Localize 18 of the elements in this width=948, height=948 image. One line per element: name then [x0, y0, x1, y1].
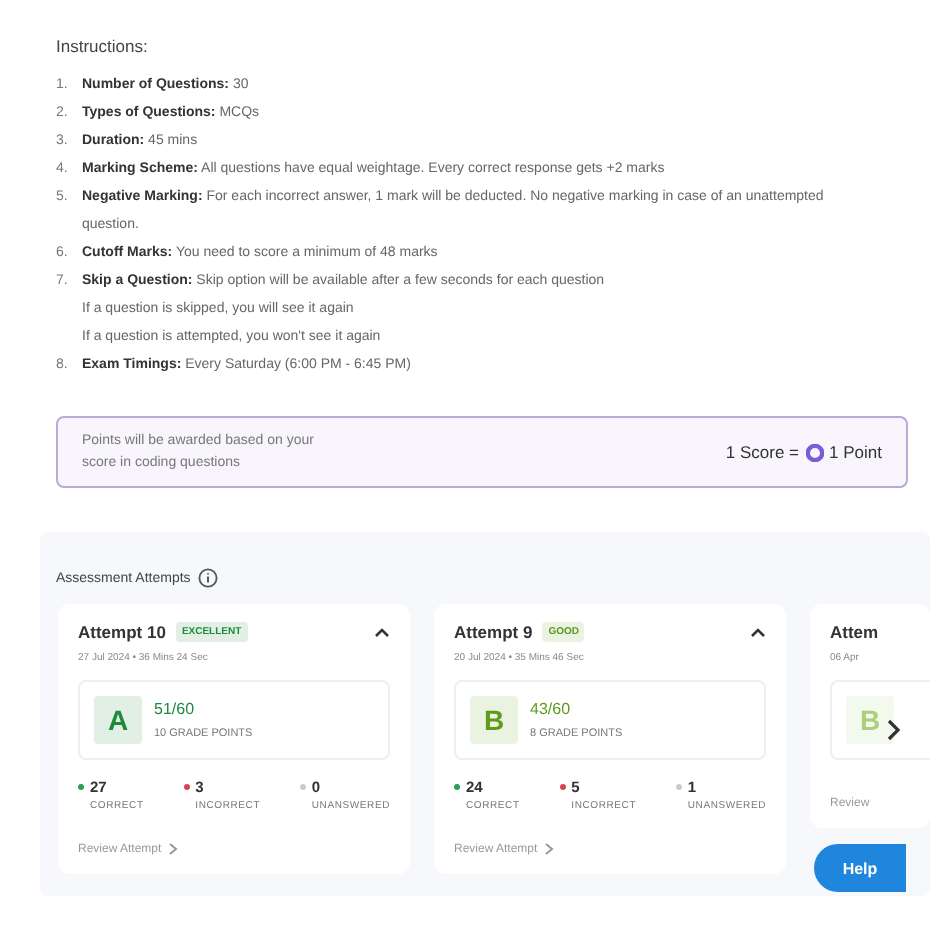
- attempt-title: Attem: [830, 622, 881, 642]
- grade-letter: A: [94, 696, 142, 744]
- help-button[interactable]: Help: [814, 844, 906, 892]
- coin-icon: [805, 443, 824, 461]
- attempt-title: Attempt 10: [78, 622, 166, 642]
- info-icon[interactable]: [198, 568, 219, 588]
- grade-letter: B: [470, 696, 518, 744]
- chevron-right-icon: [167, 842, 178, 856]
- chevron-right-icon: [543, 842, 554, 856]
- score-text: 43/60: [530, 700, 573, 718]
- chevron-icon[interactable]: [374, 626, 390, 638]
- score-text: 51/60: [154, 700, 197, 718]
- point-label: 1 Point: [829, 442, 882, 462]
- chevron-icon[interactable]: [750, 626, 766, 638]
- score-label: 1 Score =: [725, 442, 800, 462]
- attempt-title: Attempt 9: [454, 622, 533, 642]
- grade-letter: B: [846, 696, 894, 744]
- instructions-heading: Instructions:: [56, 36, 150, 56]
